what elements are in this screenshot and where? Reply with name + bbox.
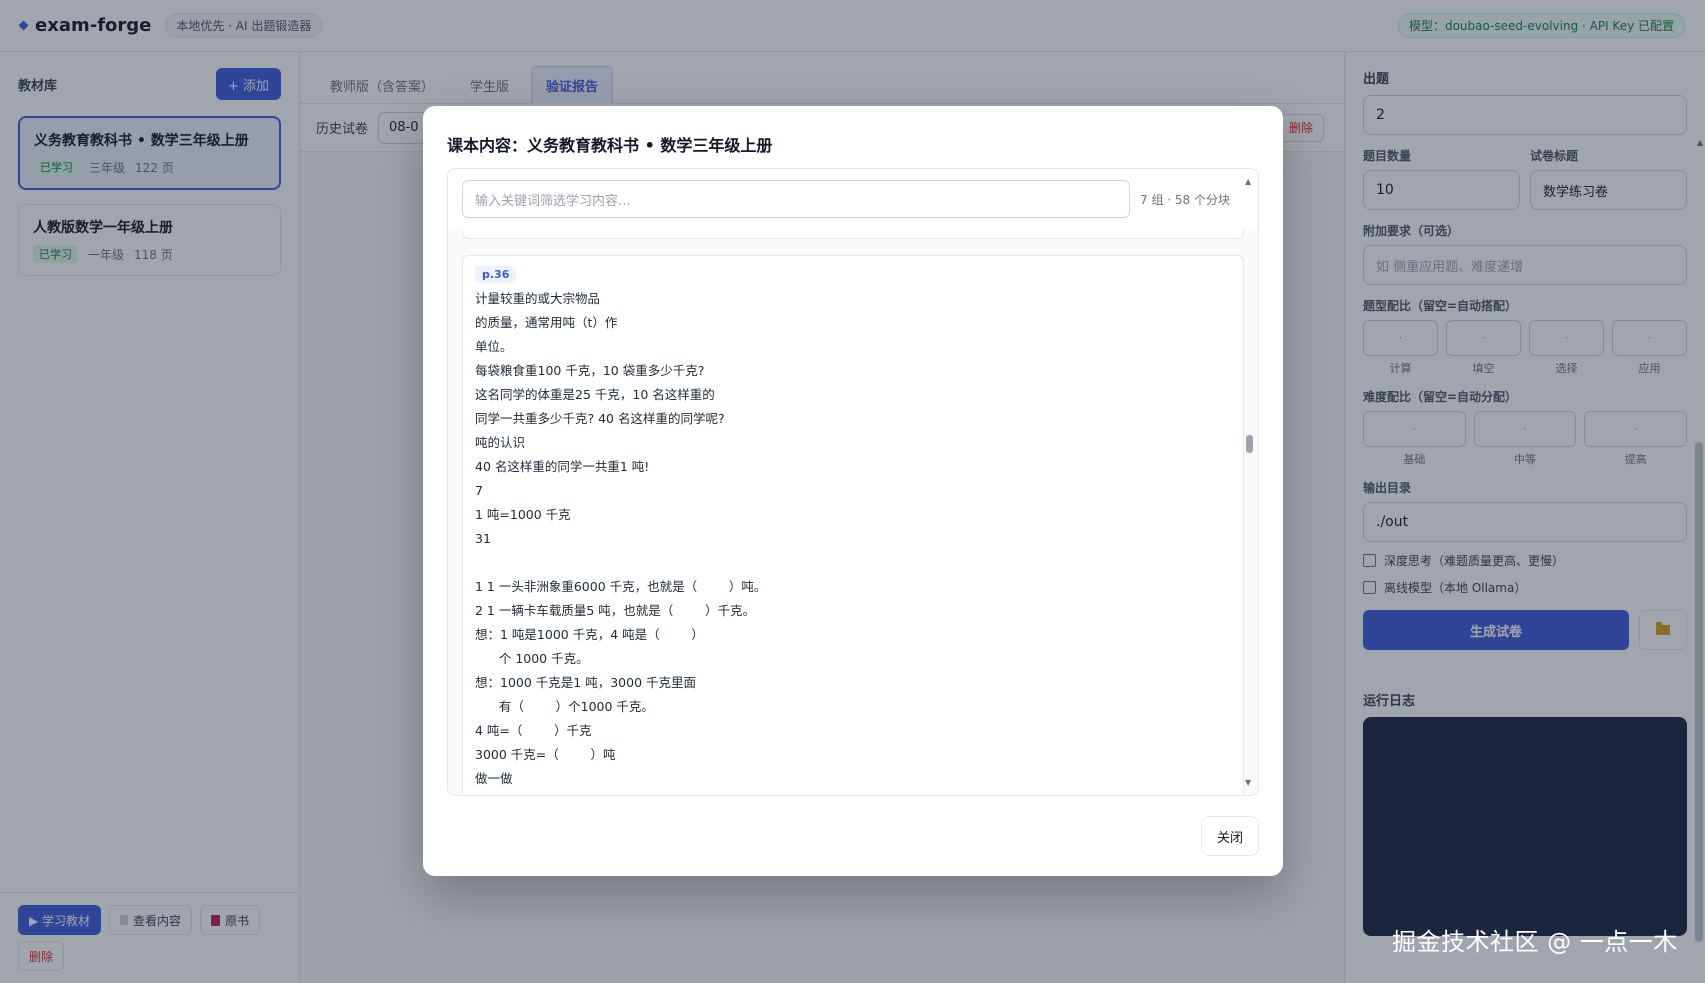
chunk-line: 的质量，通常用吨（t）作	[475, 315, 618, 330]
chunk-line: 做一做	[475, 771, 513, 786]
chunk-line: 1 1 一头非洲象重6000 千克，也就是（ ）吨。	[475, 579, 767, 594]
chunk-line: 同学一共重多少千克? 40 名这样重的同学呢?	[475, 411, 725, 426]
scroll-up-icon[interactable]: ▲	[1245, 177, 1251, 186]
chunk-line: 2 1 一辆卡车载质量5 吨，也就是（ ）千克。	[475, 603, 756, 618]
chunk-line: 1 吨=1000 千克	[475, 507, 571, 522]
chunk-line: 31	[475, 531, 491, 546]
modal-title: 课本内容：义务教育教科书 • 数学三年级上册	[447, 136, 773, 155]
textbook-content-modal: 课本内容：义务教育教科书 • 数学三年级上册 p.36 计量较重的或大宗物品 的…	[423, 106, 1283, 876]
chunk-line	[475, 551, 1231, 575]
chunk-line: 7	[475, 483, 483, 498]
filter-bar: 输入关键词筛选学习内容… 7 组 · 58 个分块	[448, 169, 1258, 229]
modal-content-area: p.36 计量较重的或大宗物品 的质量，通常用吨（t）作 单位。 每袋粮食重10…	[447, 168, 1259, 796]
chunk-line: 有（ ）个1000 千克。	[475, 699, 654, 714]
chunk-line: 计量较重的或大宗物品	[475, 291, 601, 306]
chunk-line: 4 吨=（ ）千克	[475, 723, 592, 738]
close-modal-button[interactable]: 关闭	[1201, 816, 1259, 856]
chunk-line: 个 1000 千克。	[475, 651, 589, 666]
content-scrollbar[interactable]: ▲ ▼	[1244, 177, 1254, 787]
chunk-line: 吨的认识	[475, 435, 526, 450]
chunk-line: 每袋粮食重100 千克，10 袋重多少千克?	[475, 363, 705, 378]
chunk-line: 单位。	[475, 339, 513, 354]
chunk-line: 这名同学的体重是25 千克，10 名这样重的	[475, 387, 715, 402]
page-tag: p.36	[475, 266, 517, 283]
chunk-line: 想：1 吨是1000 千克，4 吨是（ ）	[475, 627, 704, 642]
content-scroll-thumb[interactable]	[1246, 435, 1253, 453]
content-filter-input[interactable]: 输入关键词筛选学习内容…	[462, 180, 1130, 218]
chunk-line: 40 名这样重的同学一共重1 吨!	[475, 459, 650, 474]
chunk-line: 3000 千克=（ ）吨	[475, 747, 616, 762]
scroll-down-icon[interactable]: ▼	[1245, 778, 1251, 787]
chunk-count: 7 组 · 58 个分块	[1140, 192, 1230, 207]
chunk-line: 想：1000 千克是1 吨，3000 千克里面	[475, 675, 696, 690]
watermark: 掘金技术社区 @ 一点一木	[1392, 928, 1678, 956]
content-chunk: p.36 计量较重的或大宗物品 的质量，通常用吨（t）作 单位。 每袋粮食重10…	[462, 255, 1244, 795]
